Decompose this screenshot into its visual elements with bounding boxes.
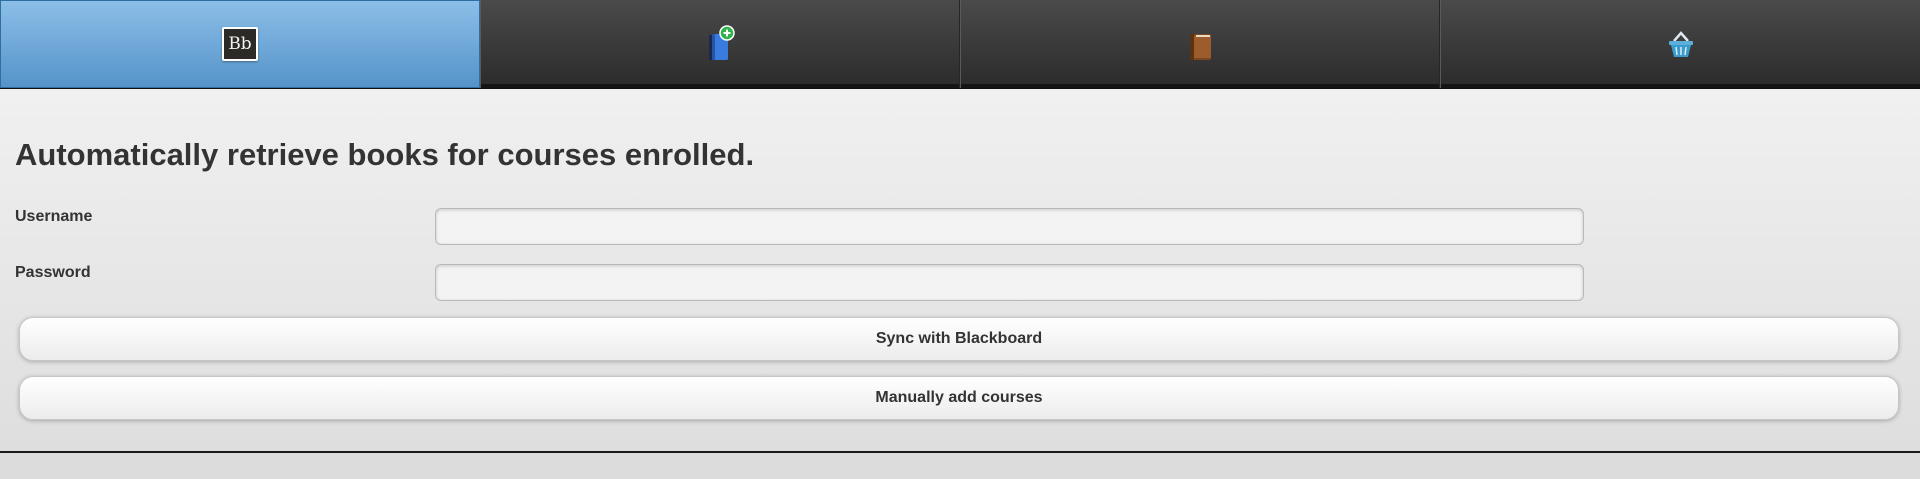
books-icon [1190, 34, 1211, 60]
add-book-icon [709, 25, 735, 60]
blackboard-logo-text: Bb [224, 29, 256, 59]
password-field[interactable] [435, 264, 1584, 301]
sync-form: Automatically retrieve books for courses… [0, 89, 1920, 451]
footer-bar [0, 451, 1920, 479]
tab-add-book[interactable] [480, 0, 960, 88]
top-tab-bar: Bb [0, 0, 1920, 89]
username-label: Username [15, 208, 93, 225]
page-title: Automatically retrieve books for courses… [15, 137, 755, 172]
blackboard-logo-icon: Bb [222, 27, 258, 61]
tab-basket[interactable] [1440, 0, 1920, 88]
manually-add-courses-button[interactable]: Manually add courses [19, 376, 1899, 420]
username-field[interactable] [435, 208, 1584, 245]
tab-blackboard[interactable]: Bb [0, 0, 480, 88]
password-label: Password [15, 264, 91, 281]
shopping-basket-icon [1668, 31, 1693, 57]
tab-my-books[interactable] [960, 0, 1440, 88]
sync-blackboard-button[interactable]: Sync with Blackboard [19, 317, 1899, 361]
